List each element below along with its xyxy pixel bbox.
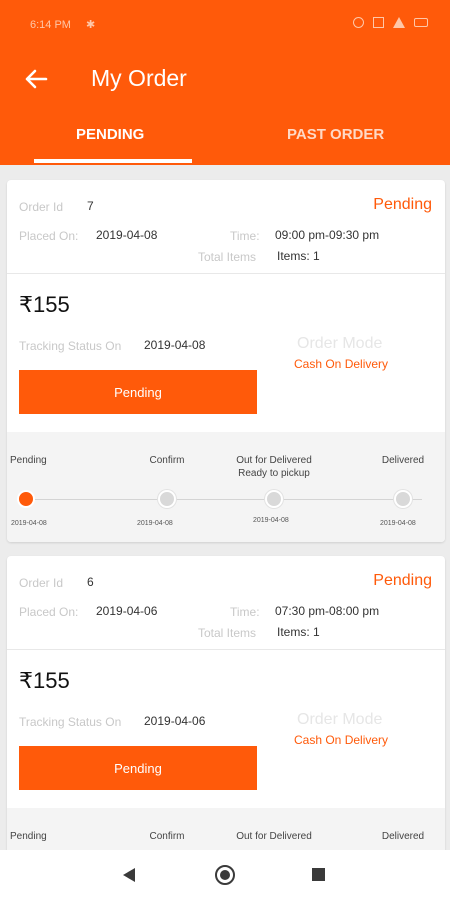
app-bar: 6:14 PM ✱ My Order PENDING PAST ORDER (0, 0, 450, 165)
back-triangle-icon[interactable] (123, 868, 135, 882)
total-items-label: Total Items (198, 626, 257, 640)
total-items-value: Items: 1 (277, 625, 320, 639)
step-label-confirm: Confirm (149, 831, 185, 842)
step-label-delivered: Delivered (381, 831, 425, 842)
status-bar: 6:14 PM ✱ (0, 0, 450, 50)
wifi-icon (393, 17, 405, 28)
order-mode-label: Order Mode (297, 711, 383, 728)
step-date-pending: 2019-04-08 (11, 520, 47, 527)
step-date-out-for-delivery: 2019-04-08 (253, 517, 289, 524)
system-nav-bar (0, 850, 450, 900)
pending-button[interactable]: Pending (19, 746, 257, 790)
tracking-status-date: 2019-04-06 (144, 714, 206, 728)
tab-past-order[interactable]: PAST ORDER (287, 126, 384, 143)
order-card[interactable]: Order Id 6 Pending Placed On: 2019-04-06… (7, 556, 445, 850)
pending-button[interactable]: Pending (19, 370, 257, 414)
order-mode-label: Order Mode (297, 335, 383, 352)
recents-square-icon[interactable] (312, 868, 325, 881)
order-mode-value: Cash On Delivery (294, 733, 389, 747)
step-dot-confirm (158, 490, 176, 508)
step-date-delivered: 2019-04-08 (380, 520, 416, 527)
order-tracker: Pending Confirm Out for Delivered Delive… (7, 808, 445, 850)
tracking-status-date: 2019-04-08 (144, 338, 206, 352)
step-label-out-for-delivery: Out for Delivered Ready to pickup (236, 455, 312, 479)
time-label: Time: (230, 229, 260, 243)
time-value: 09:00 pm-09:30 pm (275, 228, 380, 242)
bluetooth-icon: ✱ (86, 19, 96, 31)
total-items-value: Items: 1 (277, 249, 320, 263)
order-id-label: Order Id (19, 200, 64, 214)
order-card[interactable]: Order Id 7 Pending Placed On: 2019-04-08… (7, 180, 445, 542)
home-circle-icon[interactable] (215, 865, 235, 885)
step-label-confirm: Confirm (149, 455, 185, 466)
step-label-pending: Pending (10, 831, 47, 842)
tracker-line (27, 499, 422, 500)
signal-icon (373, 17, 384, 28)
step-date-confirm: 2019-04-08 (137, 520, 173, 527)
order-mode-value: Cash On Delivery (294, 357, 389, 371)
status-icons (353, 17, 428, 28)
order-tracker: Pending Confirm Out for Delivered Ready … (7, 432, 445, 542)
step-dot-pending (17, 490, 35, 508)
order-list[interactable]: Order Id 7 Pending Placed On: 2019-04-08… (0, 165, 450, 850)
order-id-label: Order Id (19, 576, 64, 590)
time-label: Time: (230, 605, 260, 619)
tracking-status-label: Tracking Status On (19, 715, 122, 729)
alarm-icon (353, 17, 364, 28)
order-summary: Order Id 7 Pending Placed On: 2019-04-08… (7, 180, 445, 274)
time-value: 07:30 pm-08:00 pm (275, 604, 380, 618)
order-price: ₹155 (19, 292, 70, 317)
step-label-pending: Pending (10, 455, 47, 466)
order-status: Pending (373, 196, 432, 213)
back-arrow-icon[interactable] (20, 63, 52, 95)
order-price: ₹155 (19, 668, 70, 693)
page-title: My Order (91, 65, 187, 91)
placed-on-label: Placed On: (19, 229, 79, 243)
step-dot-out-for-delivery (265, 490, 283, 508)
tab-pending[interactable]: PENDING (76, 126, 144, 143)
placed-on-label: Placed On: (19, 605, 79, 619)
total-items-label: Total Items (198, 250, 257, 264)
placed-on-value: 2019-04-08 (96, 228, 158, 242)
step-label-out-for-delivery: Out for Delivered (236, 831, 312, 842)
order-status: Pending (373, 572, 432, 589)
battery-icon (414, 18, 428, 27)
tab-indicator (34, 159, 192, 163)
status-time: 6:14 PM (30, 19, 71, 31)
order-summary: Order Id 6 Pending Placed On: 2019-04-06… (7, 556, 445, 650)
step-dot-delivered (394, 490, 412, 508)
order-id-value: 6 (87, 575, 94, 589)
placed-on-value: 2019-04-06 (96, 604, 158, 618)
tracking-status-label: Tracking Status On (19, 339, 122, 353)
order-id-value: 7 (87, 199, 94, 213)
step-label-delivered: Delivered (381, 455, 425, 466)
